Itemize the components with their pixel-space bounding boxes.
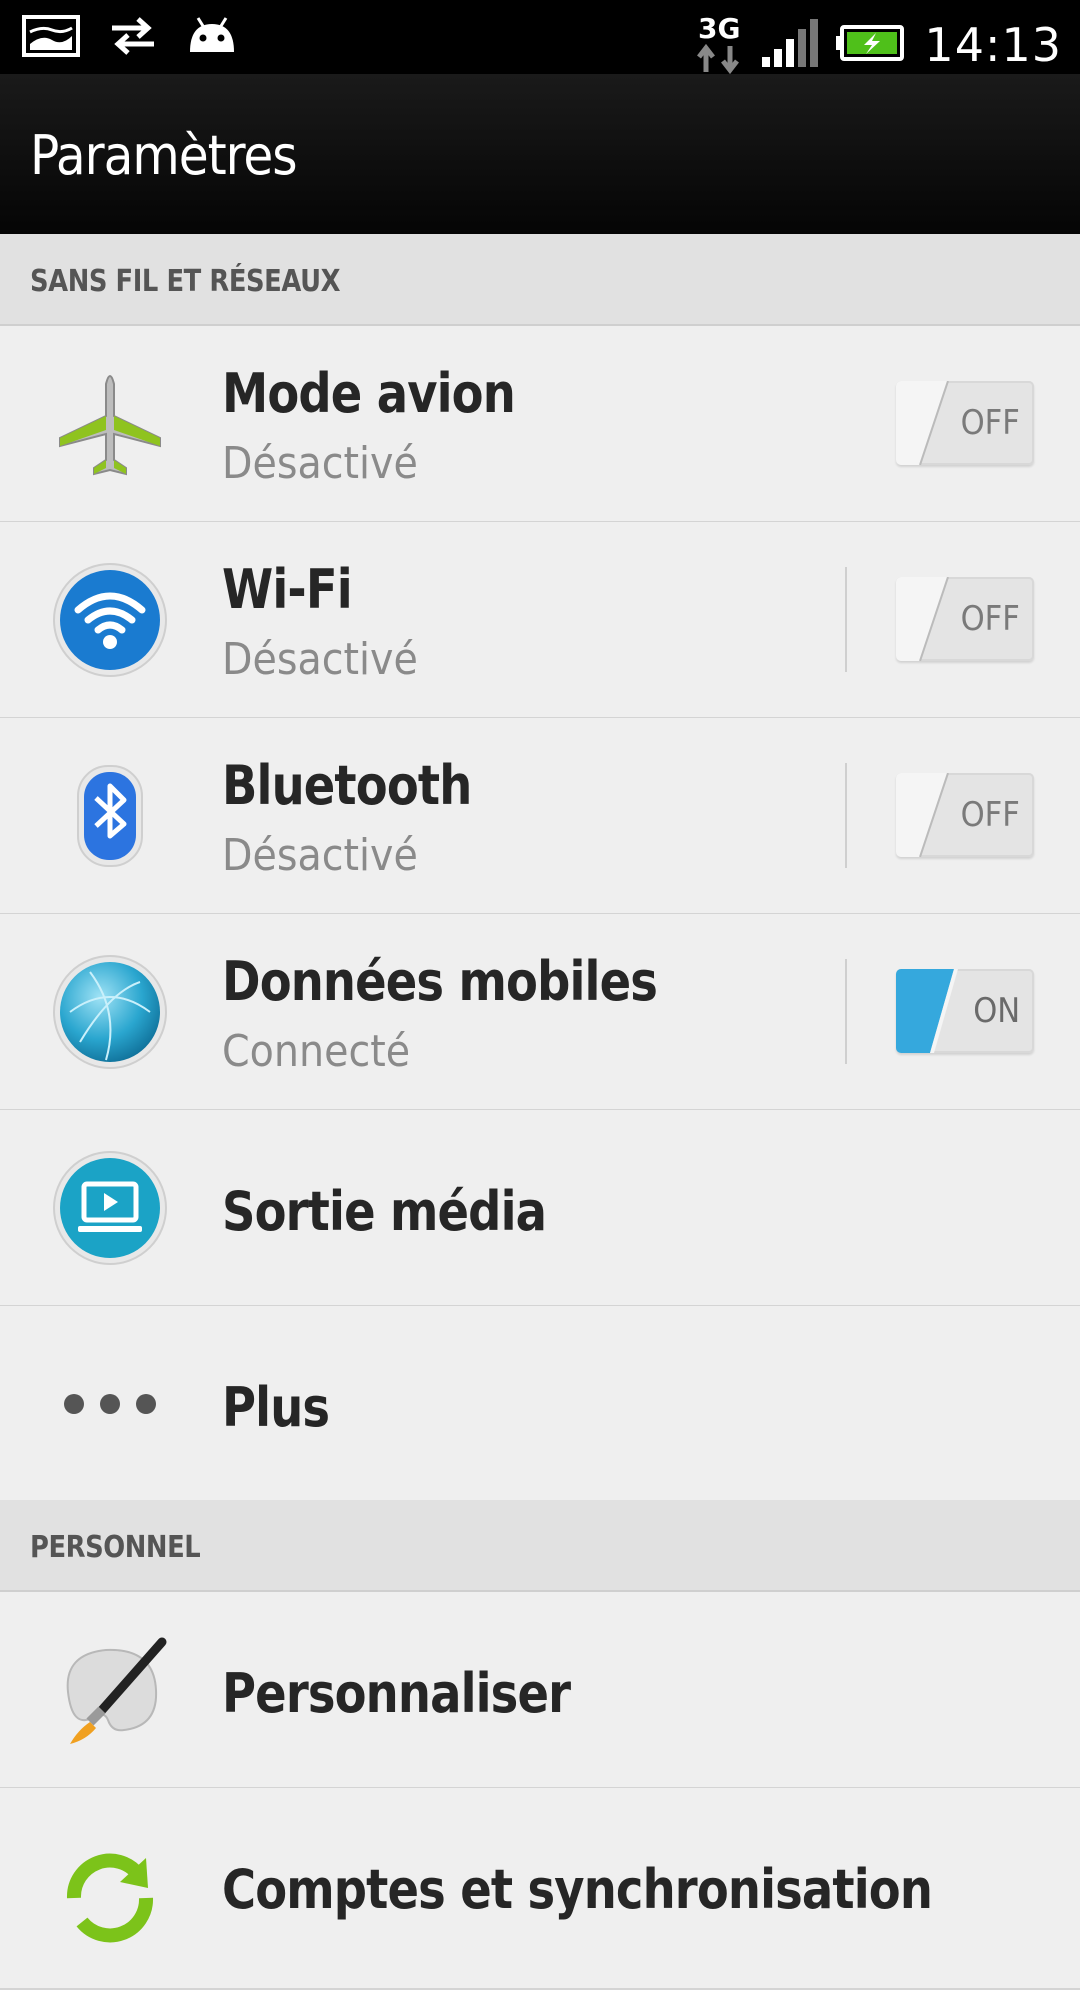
item-title: Plus <box>222 1376 330 1439</box>
sync-arrows-icon <box>108 14 158 62</box>
section-label: PERSONNEL <box>30 1530 201 1565</box>
item-title: Données mobiles <box>222 950 658 1013</box>
signal-icon <box>760 17 819 73</box>
settings-item-more[interactable]: Plus <box>0 1306 1080 1503</box>
media-output-icon <box>50 1148 170 1268</box>
item-title: Comptes et synchronisation <box>222 1858 933 1921</box>
toggle-state-label: ON <box>973 991 1020 1031</box>
divider <box>845 567 847 672</box>
status-bar: 3G 14:13 <box>0 0 1080 75</box>
settings-item-personalize[interactable]: Personnaliser <box>0 1592 1080 1789</box>
divider <box>845 763 847 868</box>
settings-item-bluetooth[interactable]: Bluetooth Désactivé OFF <box>0 718 1080 915</box>
battery-charging-icon <box>836 23 906 67</box>
sync-icon <box>50 1838 170 1958</box>
settings-item-airplane-mode[interactable]: Mode avion Désactivé OFF <box>0 326 1080 523</box>
item-subtitle: Désactivé <box>222 634 418 685</box>
item-title: Mode avion <box>222 362 516 425</box>
toggle-state-label: OFF <box>960 599 1020 639</box>
toggle-state-label: OFF <box>960 795 1020 835</box>
item-subtitle: Connecté <box>222 1026 411 1077</box>
item-title: Sortie média <box>222 1180 547 1243</box>
bluetooth-icon <box>50 756 170 876</box>
settings-item-mobile-data[interactable]: Données mobiles Connecté ON <box>0 914 1080 1111</box>
airplane-icon <box>50 364 170 484</box>
clock: 14:13 <box>924 18 1062 72</box>
airplane-mode-toggle[interactable]: OFF <box>896 381 1034 465</box>
android-debug-icon <box>186 14 238 62</box>
settings-item-wifi[interactable]: Wi-Fi Désactivé OFF <box>0 522 1080 719</box>
wifi-toggle[interactable]: OFF <box>896 577 1034 661</box>
section-header-wireless: SANS FIL ET RÉSEAUX <box>0 234 1080 326</box>
toggle-state-label: OFF <box>960 403 1020 443</box>
paintbrush-palette-icon <box>50 1630 170 1750</box>
item-title: Bluetooth <box>222 754 472 817</box>
settings-item-accounts-sync[interactable]: Comptes et synchronisation <box>0 1788 1080 1990</box>
page-title: Paramètres <box>30 124 298 187</box>
item-subtitle: Désactivé <box>222 830 418 881</box>
globe-icon <box>50 952 170 1072</box>
action-bar: Paramètres <box>0 74 1080 234</box>
section-label: SANS FIL ET RÉSEAUX <box>30 264 341 299</box>
svg-text:3G: 3G <box>698 12 740 45</box>
image-notification-icon <box>22 14 80 62</box>
item-subtitle: Désactivé <box>222 438 418 489</box>
more-dots-icon <box>50 1344 170 1464</box>
settings-item-media-output[interactable]: Sortie média <box>0 1110 1080 1307</box>
item-title: Personnaliser <box>222 1662 571 1725</box>
bluetooth-toggle[interactable]: OFF <box>896 773 1034 857</box>
wifi-icon <box>50 560 170 680</box>
mobile-data-toggle[interactable]: ON <box>896 969 1034 1053</box>
data-3g-icon: 3G <box>696 10 742 80</box>
item-title: Wi-Fi <box>222 558 353 621</box>
divider <box>845 959 847 1064</box>
section-header-personal: PERSONNEL <box>0 1500 1080 1592</box>
